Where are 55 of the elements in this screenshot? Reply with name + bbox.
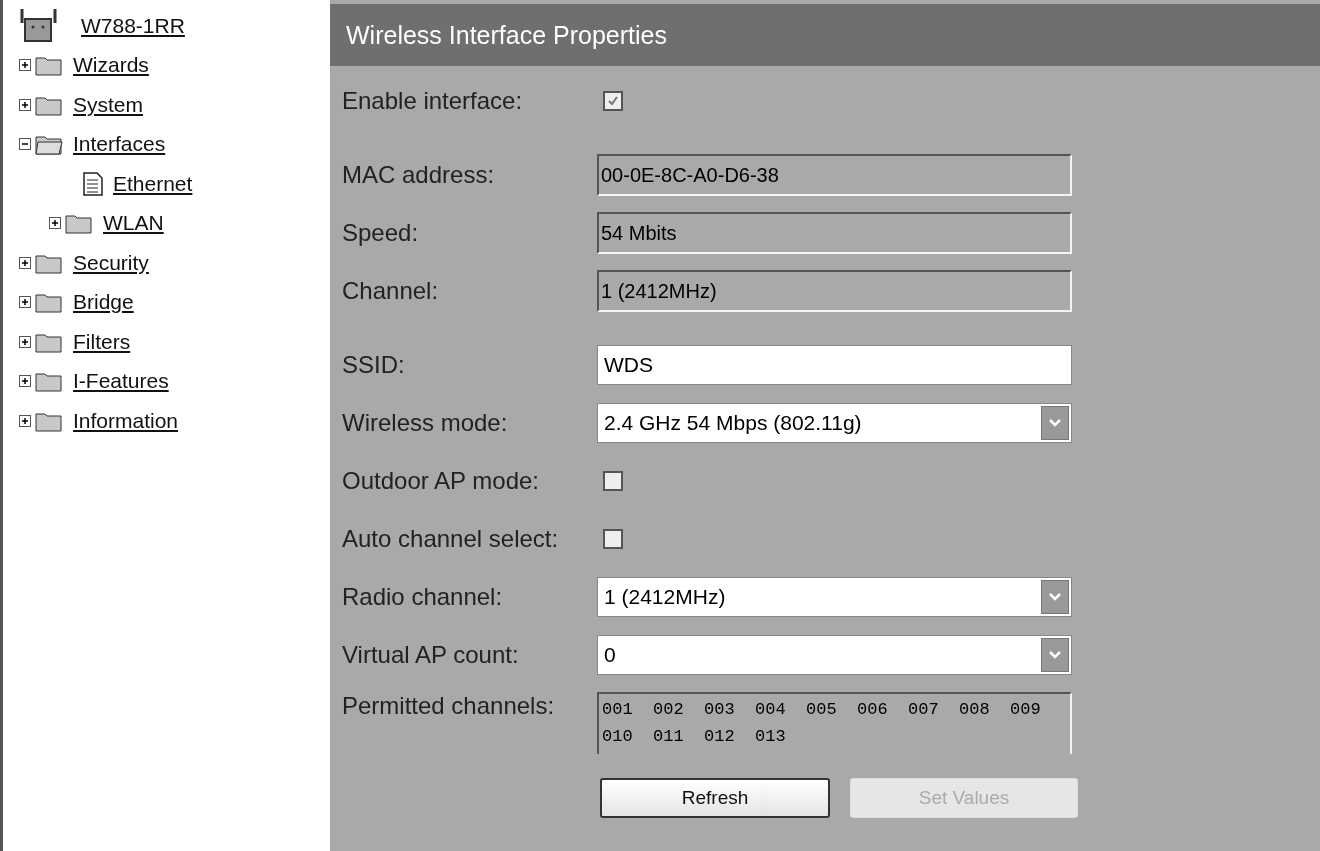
folder-icon: [65, 212, 93, 235]
folder-icon: [35, 133, 63, 156]
tree-link[interactable]: Filters: [73, 329, 131, 354]
tree-link[interactable]: System: [73, 92, 143, 117]
readonly-field: 54 Mbits: [597, 212, 1072, 254]
expand-icon[interactable]: [19, 375, 31, 388]
tree-link[interactable]: WLAN: [103, 211, 164, 236]
folder-icon: [35, 291, 63, 314]
tree-link[interactable]: Security: [73, 250, 149, 275]
tree-link[interactable]: Bridge: [73, 290, 134, 315]
device-link[interactable]: W788-1RR: [81, 13, 185, 38]
tree-link[interactable]: Interfaces: [73, 132, 166, 157]
checkbox[interactable]: [603, 529, 623, 549]
folder-icon: [35, 54, 63, 77]
readonly-field: 00-0E-8C-A0-D6-38: [597, 154, 1072, 196]
dropdown[interactable]: 0: [597, 635, 1072, 675]
field-label: Outdoor AP mode:: [342, 467, 540, 495]
checkmark-icon: [607, 95, 619, 107]
dropdown[interactable]: 2.4 GHz 54 Mbps (802.11g): [597, 403, 1072, 443]
tree-link[interactable]: Information: [73, 408, 179, 433]
folder-icon: [35, 370, 63, 393]
collapse-icon[interactable]: [19, 138, 31, 151]
panel-title: Wireless Interface Properties: [346, 20, 667, 50]
expand-icon[interactable]: [19, 335, 31, 348]
tree-link[interactable]: Ethernet: [113, 171, 193, 196]
chevron-down-icon[interactable]: [1041, 638, 1069, 672]
field-label: Radio channel:: [342, 583, 504, 611]
channel-list: 001 002 003 004 005 006 007 008 009 010 011 012 013: [597, 692, 1072, 754]
action-button[interactable]: Refresh: [600, 778, 830, 818]
document-icon: [83, 171, 103, 196]
field-label: Auto channel select:: [342, 525, 560, 553]
expand-icon[interactable]: [19, 414, 31, 427]
field-label: MAC address:: [342, 161, 496, 189]
expand-icon[interactable]: [19, 256, 31, 269]
field-label: Virtual AP count:: [342, 641, 520, 669]
expand-icon[interactable]: [19, 59, 31, 72]
checkbox[interactable]: [603, 471, 623, 491]
tree-link[interactable]: I-Features: [73, 369, 169, 394]
field-label: Enable interface:: [342, 87, 524, 115]
field-label: SSID:: [342, 351, 406, 379]
input-field[interactable]: WDS: [597, 345, 1072, 385]
chevron-down-icon[interactable]: [1041, 406, 1069, 440]
expand-icon[interactable]: [19, 98, 31, 111]
expand-icon[interactable]: [49, 217, 61, 230]
chevron-down-icon[interactable]: [1041, 580, 1069, 614]
checkbox[interactable]: [603, 91, 623, 111]
field-label: Wireless mode:: [342, 409, 509, 437]
field-label: Speed:: [342, 219, 420, 247]
field-label: Channel:: [342, 277, 440, 305]
expand-icon[interactable]: [19, 296, 31, 309]
tree-link[interactable]: Wizards: [73, 53, 149, 78]
dropdown[interactable]: 1 (2412MHz): [597, 577, 1072, 617]
router-icon: [19, 8, 59, 43]
field-label: Permitted channels:: [342, 692, 556, 720]
readonly-field: 1 (2412MHz): [597, 270, 1072, 312]
